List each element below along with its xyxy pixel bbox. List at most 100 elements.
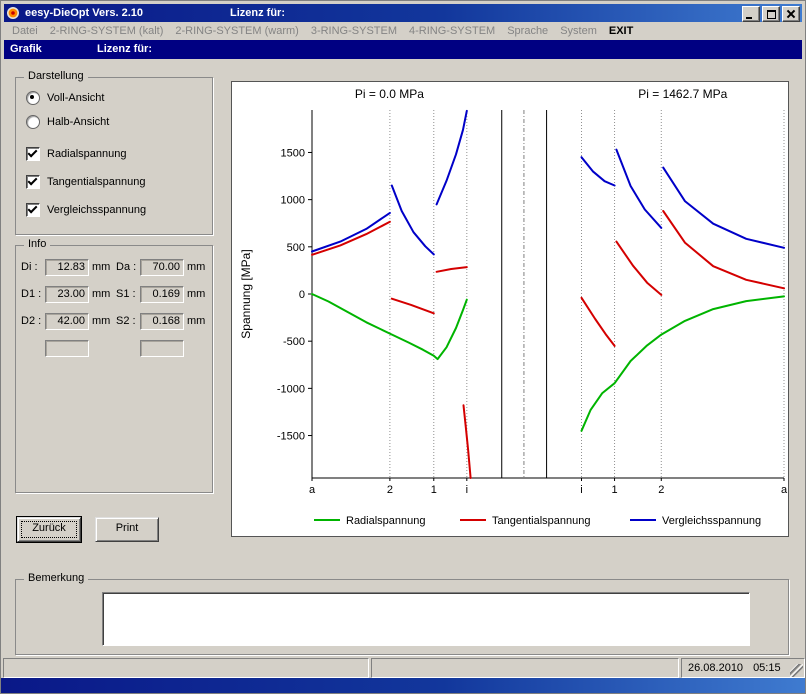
radio-group: Voll-Ansicht Halb-Ansicht [26, 90, 109, 138]
svg-text:i: i [580, 484, 582, 496]
svg-text:500: 500 [287, 242, 305, 254]
info-row: D1 :23.00mmS1 :0.169mm [21, 285, 209, 303]
info-label-d2: D2 : [21, 315, 45, 327]
bemerkung-groupbox: Bemerkung [15, 579, 789, 655]
checkbox-tangentialspannung[interactable] [26, 175, 40, 189]
info-label-s2: S2 : [116, 315, 140, 327]
info-field-d2[interactable]: 42.00 [45, 313, 89, 330]
legend-label-radialspannung: Radialspannung [346, 515, 426, 527]
checkbox-tangentialspannung-label: Tangentialspannung [47, 176, 145, 188]
unit-label: mm [92, 288, 110, 300]
titlebar-license-label: Lizenz für: [230, 7, 285, 19]
window-title: eesy-DieOpt Vers. 2.10 [25, 7, 143, 19]
svg-text:1: 1 [431, 484, 437, 496]
menu-item-4-ring-system[interactable]: 4-RING-SYSTEM [403, 23, 501, 39]
checkbox-radialspannung-label: Radialspannung [47, 148, 127, 160]
chart-svg: a21ii12a150010005000-500-1000-1500Pi = 0… [232, 82, 788, 536]
radio-halb-ansicht-label: Halb-Ansicht [47, 116, 109, 128]
unit-label: mm [187, 315, 205, 327]
back-button[interactable]: Zurück [17, 517, 81, 542]
svg-text:2: 2 [387, 484, 393, 496]
resize-grip[interactable] [790, 664, 803, 677]
window-controls [742, 6, 800, 22]
info-field-s1[interactable]: 0.169 [140, 286, 184, 303]
radio-halb-ansicht[interactable] [26, 115, 40, 129]
series-tangentialspannung [616, 242, 661, 295]
info-field-da[interactable]: 70.00 [140, 259, 184, 276]
info-row: D2 :42.00mmS2 :0.168mm [21, 312, 209, 330]
series-tangentialspannung [312, 222, 390, 255]
series-radialspannung [582, 296, 785, 430]
menu-item-2-ring-system-kalt[interactable]: 2-RING-SYSTEM (kalt) [44, 23, 170, 39]
bemerkung-textarea[interactable] [102, 592, 750, 646]
info-extra-field-1[interactable] [45, 340, 89, 357]
series-tangentialspannung [437, 267, 467, 272]
series-vergleichsspannung [582, 157, 615, 185]
menu-item-system[interactable]: System [554, 23, 603, 39]
svg-text:1000: 1000 [281, 195, 305, 207]
darstellung-groupbox: Darstellung Voll-AnsichtHalb-Ansicht Rad… [15, 77, 213, 235]
bottom-frame [1, 678, 805, 693]
svg-text:2: 2 [658, 484, 664, 496]
chart-ylabel: Spannung [MPa] [239, 249, 253, 338]
status-panel-2 [371, 658, 679, 678]
svg-text:-500: -500 [283, 336, 305, 348]
legend-label-tangentialspannung: Tangentialspannung [492, 515, 590, 527]
info-extra-field-2[interactable] [140, 340, 184, 357]
menu-item-exit[interactable]: EXIT [603, 23, 639, 39]
unit-label: mm [187, 261, 205, 273]
minimize-icon [746, 17, 752, 19]
print-button[interactable]: Print [95, 517, 159, 542]
menu-bar: Datei2-RING-SYSTEM (kalt)2-RING-SYSTEM (… [4, 22, 802, 40]
svg-text:-1000: -1000 [277, 383, 305, 395]
radio-halb-ansicht-row: Halb-Ansicht [26, 114, 109, 130]
info-title: Info [24, 238, 50, 250]
view-title: Grafik [10, 43, 42, 55]
darstellung-title: Darstellung [24, 70, 88, 82]
app-window: eesy-DieOpt Vers. 2.10 Lizenz für: Datei… [0, 0, 806, 694]
info-label-s1: S1 : [116, 288, 140, 300]
checkbox-radialspannung-row: Radialspannung [26, 146, 146, 162]
chart-title-right: Pi = 1462.7 MPa [638, 87, 727, 101]
info-field-d1[interactable]: 23.00 [45, 286, 89, 303]
legend-label-vergleichsspannung: Vergleichsspannung [662, 515, 761, 527]
series-vergleichsspannung [392, 186, 434, 255]
close-button[interactable] [782, 6, 800, 22]
menu-item-sprache[interactable]: Sprache [501, 23, 554, 39]
radio-voll-ansicht[interactable] [26, 91, 40, 105]
svg-text:-1500: -1500 [277, 431, 305, 443]
series-tangentialspannung [663, 211, 784, 288]
maximize-button[interactable] [762, 6, 780, 22]
info-field-di[interactable]: 12.83 [45, 259, 89, 276]
checkbox-vergleichsspannung-row: Vergleichsspannung [26, 202, 146, 218]
info-rows: Di :12.83mmDa :70.00mmD1 :23.00mmS1 :0.1… [21, 258, 209, 366]
info-label-da: Da : [116, 261, 140, 273]
chart-title-left: Pi = 0.0 MPa [355, 87, 424, 101]
status-time: 05:15 [753, 662, 781, 674]
menu-item-datei[interactable]: Datei [6, 23, 44, 39]
info-label-di: Di : [21, 261, 45, 273]
checkbox-tangentialspannung-row: Tangentialspannung [26, 174, 146, 190]
series-vergleichsspannung [312, 213, 390, 252]
info-row: Di :12.83mmDa :70.00mm [21, 258, 209, 276]
minimize-button[interactable] [742, 6, 760, 22]
checkbox-radialspannung[interactable] [26, 147, 40, 161]
svg-text:a: a [309, 484, 316, 496]
info-field-s2[interactable]: 0.168 [140, 313, 184, 330]
info-extra-row [21, 339, 209, 357]
maximize-icon [767, 10, 776, 19]
menu-item-3-ring-system[interactable]: 3-RING-SYSTEM [305, 23, 403, 39]
radio-voll-ansicht-row: Voll-Ansicht [26, 90, 109, 106]
series-vergleichsspannung [616, 150, 661, 228]
status-bar: 26.08.2010 05:15 [3, 658, 803, 678]
checkbox-vergleichsspannung[interactable] [26, 203, 40, 217]
bemerkung-title: Bemerkung [24, 572, 88, 584]
checkbox-group: Radialspannung Tangentialspannung Vergleic… [26, 146, 146, 230]
unit-label: mm [92, 315, 110, 327]
svg-text:1500: 1500 [281, 147, 305, 159]
menu-item-2-ring-system-warm[interactable]: 2-RING-SYSTEM (warm) [169, 23, 304, 39]
series-tangentialspannung [582, 298, 615, 346]
radio-voll-ansicht-label: Voll-Ansicht [47, 92, 104, 104]
app-icon [6, 6, 20, 20]
unit-label: mm [92, 261, 110, 273]
